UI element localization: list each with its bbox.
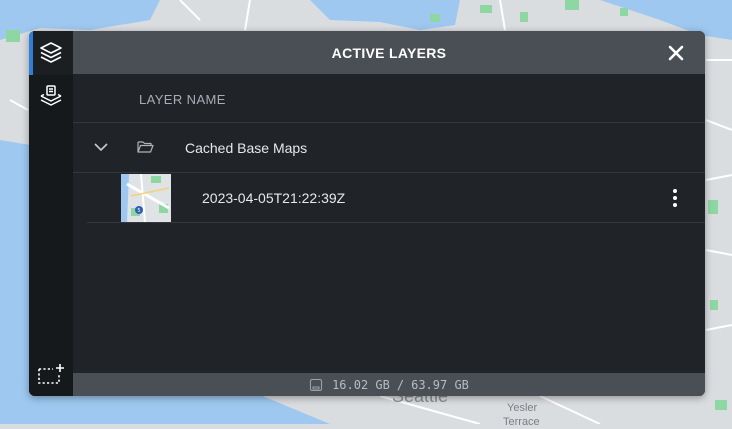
layer-group-row[interactable]: Cached Base Maps [73,123,705,173]
layers-list: LAYER NAME Cached Base Maps 5 2023-04-05… [73,74,705,373]
side-rail [29,31,73,396]
close-button[interactable] [665,42,687,64]
storage-footer: 16.02 GB / 63.97 GB [73,373,705,396]
select-area-add-icon [38,364,64,384]
rail-item-layers[interactable] [29,31,73,75]
map-thumbnail-image: 5 [121,174,171,222]
active-layers-panel: ACTIVE LAYERS LAYER NAME Cached Base Map… [29,31,705,396]
map-thumbnail: 5 [121,174,171,222]
map-neighborhood-label: Yesler [507,402,538,414]
layer-label: 2023-04-05T21:22:39Z [202,190,346,206]
map-neighborhood-label: Terrace [503,416,540,428]
thumbnail-badge: 5 [137,208,140,214]
storage-total: 63.97 GB [411,377,469,392]
layers-icon [40,42,62,63]
more-vertical-icon [673,189,677,207]
offline-layers-icon [40,85,62,106]
column-header-row: LAYER NAME [73,74,705,123]
folder-open-icon [137,141,154,153]
panel-header: ACTIVE LAYERS [73,31,705,74]
storage-used: 16.02 GB [332,377,390,392]
rail-item-select-area[interactable] [29,352,73,396]
column-header-layer-name: LAYER NAME [139,92,226,107]
panel-title: ACTIVE LAYERS [331,44,447,61]
layer-row[interactable]: 5 2023-04-05T21:22:39Z [87,173,705,223]
storage-card-icon [310,378,323,391]
rail-item-offline-layers[interactable] [29,75,73,119]
storage-separator: / [396,377,405,392]
chevron-down-icon[interactable] [93,141,109,153]
layer-options-button[interactable] [665,185,685,211]
close-icon [668,45,684,61]
layer-group-label: Cached Base Maps [185,140,308,156]
